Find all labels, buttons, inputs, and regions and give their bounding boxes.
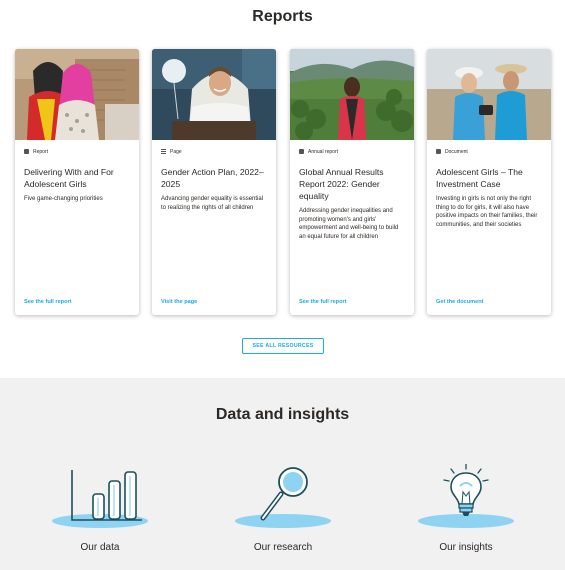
card-image-girl-smiling[interactable]: [152, 49, 276, 140]
card-type-label: Report: [33, 148, 49, 155]
photo-two-women-outdoors: [427, 49, 551, 140]
document-icon: [24, 149, 29, 154]
card-description: Advancing gender equality is essential t…: [161, 196, 264, 211]
report-cards: Report Delivering With and For Adolescen…: [15, 49, 551, 315]
card-type-label: Annual report: [308, 148, 339, 155]
card-title[interactable]: Global Annual Results Report 2022: Gende…: [299, 166, 405, 202]
card-type: Annual report: [299, 148, 405, 155]
card-description: Addressing gender inequalities and promo…: [299, 208, 399, 240]
photo-woman-in-field: [290, 49, 414, 140]
card-type: Document: [436, 148, 542, 155]
bar-chart-icon: [52, 470, 148, 528]
card-type-label: Page: [170, 148, 182, 155]
card-description: Five game-changing priorities: [24, 196, 103, 202]
card-type: Report: [24, 148, 130, 155]
card-image-girls[interactable]: [15, 49, 139, 140]
insight-label[interactable]: Our data: [30, 542, 170, 553]
photo-girl-smiling: [152, 49, 276, 140]
reports-title: Reports: [252, 8, 313, 25]
lightbulb-icon: [418, 464, 514, 528]
card-title[interactable]: Adolescent Girls – The Investment Case: [436, 166, 542, 190]
card-link[interactable]: Visit the page: [161, 299, 197, 305]
our-insights-link[interactable]: Our insights: [396, 464, 536, 564]
insight-label[interactable]: Our research: [213, 542, 353, 553]
magnifier-icon: [235, 467, 331, 528]
card-link[interactable]: See the full report: [24, 299, 72, 305]
data-insights-title: Data and insights: [215, 406, 350, 423]
report-card[interactable]: Document Adolescent Girls – The Investme…: [427, 49, 551, 315]
card-title[interactable]: Gender Action Plan, 2022–2025: [161, 166, 267, 190]
see-all-resources-button[interactable]: SEE ALL RESOURCES: [242, 338, 324, 354]
document-icon: [436, 149, 441, 154]
document-icon: [299, 149, 304, 154]
page-icon: [161, 149, 166, 154]
card-title[interactable]: Delivering With and For Adolescent Girls: [24, 166, 130, 190]
our-data-link[interactable]: Our data: [30, 464, 170, 564]
data-insights-section: Data and insights Our data Our research: [0, 378, 565, 570]
report-card[interactable]: Page Gender Action Plan, 2022–2025 Advan…: [152, 49, 276, 315]
card-image-woman-field[interactable]: [290, 49, 414, 140]
report-card[interactable]: Report Delivering With and For Adolescen…: [15, 49, 139, 315]
card-description: Investing in girls is not only the right…: [436, 196, 538, 228]
insight-label[interactable]: Our insights: [396, 542, 536, 553]
card-image-two-women[interactable]: [427, 49, 551, 140]
our-research-link[interactable]: Our research: [213, 464, 353, 564]
report-card[interactable]: Annual report Global Annual Results Repo…: [290, 49, 414, 315]
card-type: Page: [161, 148, 267, 155]
photo-two-girls: [15, 49, 139, 140]
card-link[interactable]: See the full report: [299, 299, 347, 305]
card-link[interactable]: Get the document: [436, 299, 484, 305]
card-type-label: Document: [445, 148, 468, 155]
